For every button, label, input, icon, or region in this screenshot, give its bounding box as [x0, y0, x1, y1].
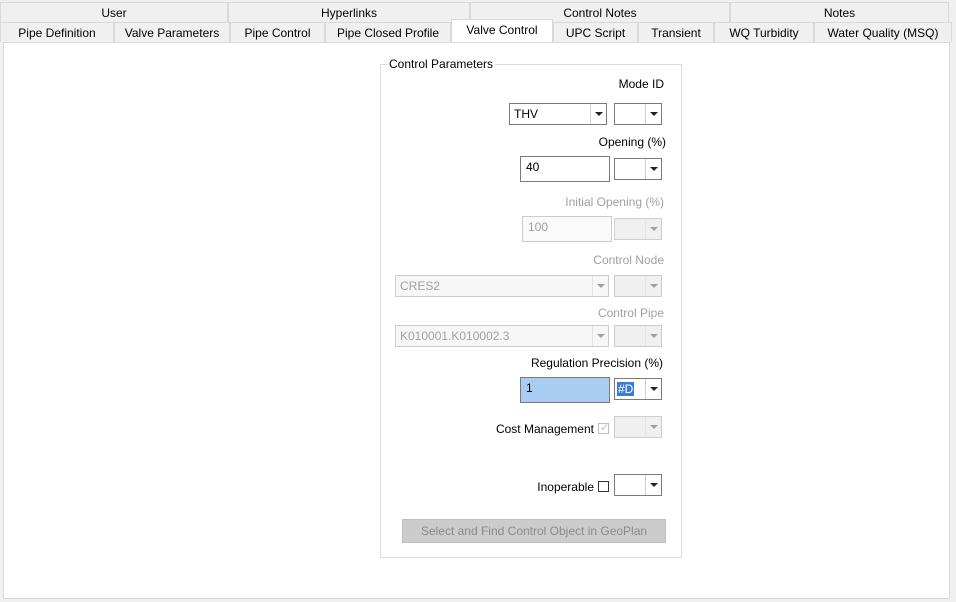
- tab-pipe-definition[interactable]: Pipe Definition: [0, 22, 114, 42]
- inoperable-flag-combo[interactable]: [614, 474, 662, 496]
- control-pipe-flag-combo[interactable]: [614, 325, 662, 347]
- mode-id-combo[interactable]: THV: [509, 103, 607, 125]
- control-pipe-combo[interactable]: K010001.K010002.3: [395, 325, 609, 347]
- check-icon: ✓: [600, 422, 610, 434]
- cost-management-flag-combo[interactable]: [614, 416, 662, 438]
- tab-pipe-control[interactable]: Pipe Control: [230, 22, 325, 42]
- tab-notes[interactable]: Notes: [730, 2, 949, 22]
- regulation-precision-flag-combo[interactable]: #D: [614, 378, 662, 400]
- regulation-precision-input[interactable]: 1: [520, 377, 610, 403]
- tab-upc-script[interactable]: UPC Script: [553, 22, 638, 42]
- chevron-down-icon: [645, 326, 661, 346]
- chevron-down-icon: [645, 417, 661, 437]
- opening-label: Opening (%): [598, 135, 666, 149]
- regulation-precision-label: Regulation Precision (%): [530, 356, 663, 370]
- tab-hyperlinks[interactable]: Hyperlinks: [228, 2, 470, 22]
- tab-valve-control[interactable]: Valve Control: [451, 19, 553, 42]
- group-title: Control Parameters: [387, 57, 496, 71]
- control-node-combo[interactable]: CRES2: [395, 275, 609, 297]
- initial-opening-label: Initial Opening (%): [565, 195, 664, 209]
- select-in-geoplan-button[interactable]: Select and Find Control Object in GeoPla…: [402, 519, 666, 543]
- control-node-flag-combo[interactable]: [614, 275, 662, 297]
- chevron-down-icon: [592, 326, 608, 346]
- tab-transient[interactable]: Transient: [638, 22, 714, 42]
- control-pipe-label: Control Pipe: [597, 306, 664, 320]
- cost-management-label: Cost Management: [495, 422, 594, 436]
- tab-pipe-closed-profile[interactable]: Pipe Closed Profile: [325, 22, 451, 42]
- chevron-down-icon: [590, 104, 606, 124]
- control-node-value: CRES2: [400, 279, 441, 293]
- cost-management-checkbox[interactable]: ✓: [598, 422, 610, 434]
- chevron-down-icon: [592, 276, 608, 296]
- inoperable-label: Inoperable: [537, 480, 594, 494]
- tab-user[interactable]: User: [0, 2, 228, 22]
- opening-input[interactable]: 40: [520, 156, 610, 182]
- initial-opening-input[interactable]: 100: [522, 216, 612, 242]
- mode-id-value: THV: [514, 107, 538, 121]
- chevron-down-icon: [645, 379, 661, 399]
- initial-opening-flag-combo[interactable]: [614, 218, 662, 240]
- chevron-down-icon: [645, 475, 661, 495]
- opening-flag-combo[interactable]: [614, 158, 662, 180]
- tab-wq-turbidity[interactable]: WQ Turbidity: [714, 22, 814, 42]
- mode-id-flag-combo[interactable]: [614, 103, 662, 125]
- tab-valve-parameters[interactable]: Valve Parameters: [114, 22, 230, 42]
- control-pipe-value: K010001.K010002.3: [400, 329, 510, 343]
- inoperable-checkbox[interactable]: [598, 481, 609, 492]
- chevron-down-icon: [645, 276, 661, 296]
- mode-id-label: Mode ID: [618, 77, 664, 91]
- control-node-label: Control Node: [593, 253, 664, 267]
- chevron-down-icon: [645, 159, 661, 179]
- chevron-down-icon: [645, 219, 661, 239]
- tab-row-bottom: Pipe Definition Valve Parameters Pipe Co…: [0, 19, 952, 42]
- chevron-down-icon: [645, 104, 661, 124]
- regulation-precision-flag: #D: [617, 382, 635, 396]
- tab-water-quality-msq[interactable]: Water Quality (MSQ): [814, 22, 952, 42]
